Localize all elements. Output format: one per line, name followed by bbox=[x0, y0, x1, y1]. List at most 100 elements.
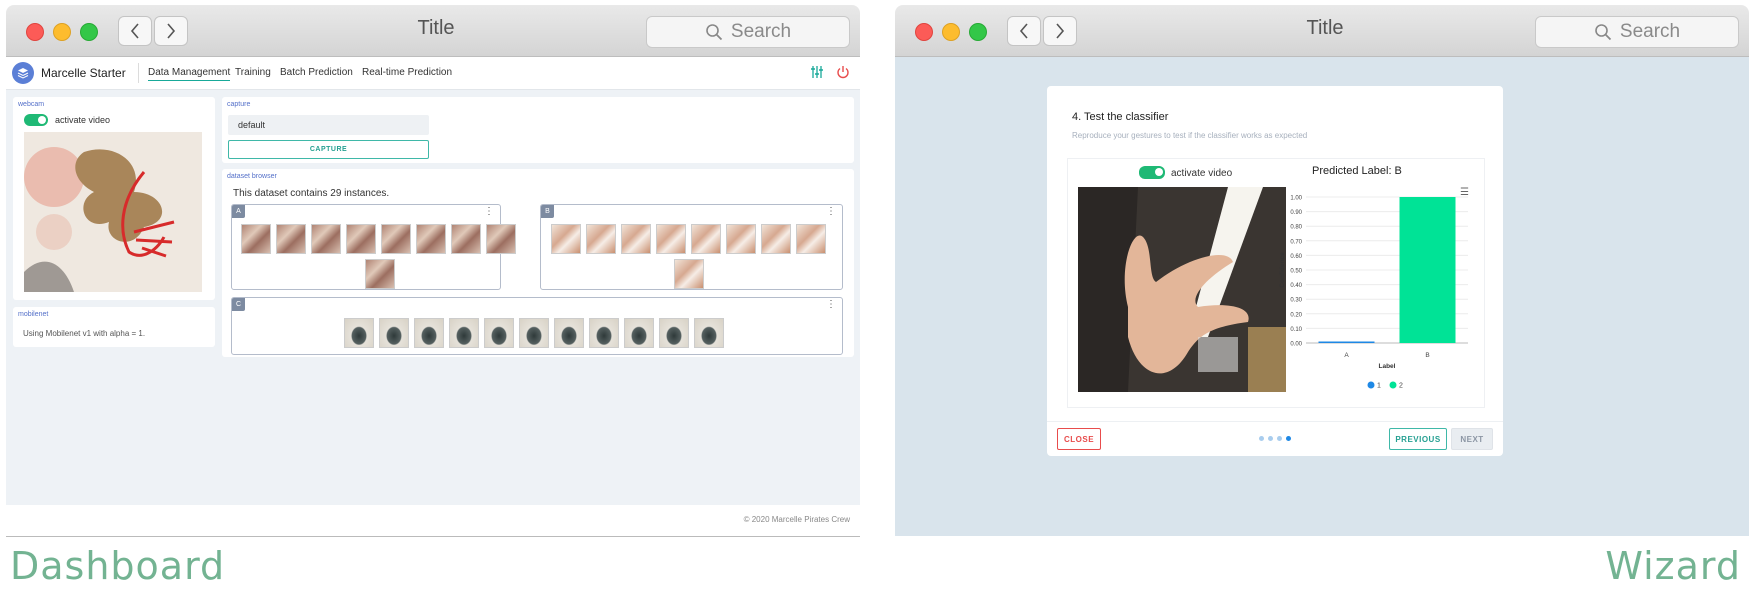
instance-thumbnail[interactable] bbox=[621, 224, 651, 254]
wizard-caption: Wizard bbox=[1605, 544, 1741, 588]
step-dot[interactable] bbox=[1277, 436, 1282, 441]
x-tick-label: A bbox=[1344, 352, 1349, 359]
minimize-window-button[interactable] bbox=[53, 23, 71, 41]
search-field[interactable]: Search bbox=[646, 16, 850, 48]
maximize-window-button[interactable] bbox=[80, 23, 98, 41]
step-dot[interactable] bbox=[1259, 436, 1264, 441]
footer: © 2020 Marcelle Pirates Crew bbox=[6, 505, 860, 537]
instance-thumbnail[interactable] bbox=[451, 224, 481, 254]
minimize-window-button[interactable] bbox=[942, 23, 960, 41]
nav-training[interactable]: Training bbox=[235, 67, 271, 78]
prediction-chart: 0.00 0.10 0.20 0.30 0.40 0.50 0.60 0.70 0.80 0.90… bbox=[1279, 196, 1468, 390]
instance-thumbnail[interactable] bbox=[449, 318, 479, 348]
more-options-icon[interactable]: ⋮ bbox=[826, 207, 836, 217]
wizard-backdrop: 4. Test the classifier Reproduce your ge… bbox=[895, 57, 1749, 536]
instance-thumbnail[interactable] bbox=[659, 318, 689, 348]
capture-card: capture default CAPTURE bbox=[222, 97, 854, 163]
y-tick-label: 0.60 bbox=[1290, 254, 1302, 260]
y-tick-label: 0.30 bbox=[1290, 298, 1302, 304]
back-button[interactable] bbox=[1007, 16, 1041, 46]
card-title: capture bbox=[227, 101, 251, 108]
instance-thumbnail[interactable] bbox=[726, 224, 756, 254]
forward-button[interactable] bbox=[1043, 16, 1077, 46]
label-input[interactable]: default bbox=[228, 115, 429, 135]
instance-thumbnail[interactable] bbox=[589, 318, 619, 348]
instance-thumbnail[interactable] bbox=[694, 318, 724, 348]
more-options-icon[interactable]: ⋮ bbox=[826, 300, 836, 310]
y-tick-label: 0.40 bbox=[1290, 283, 1302, 289]
y-axis-title: Confidence bbox=[1279, 252, 1286, 288]
step-dot[interactable] bbox=[1268, 436, 1273, 441]
search-icon bbox=[1595, 24, 1612, 41]
back-button[interactable] bbox=[118, 16, 152, 46]
instance-thumbnail[interactable] bbox=[796, 224, 826, 254]
instance-thumbnail[interactable] bbox=[344, 318, 374, 348]
instance-thumbnail[interactable] bbox=[311, 224, 341, 254]
search-field[interactable]: Search bbox=[1535, 16, 1739, 48]
previous-button[interactable]: PREVIOUS bbox=[1389, 428, 1447, 450]
instance-thumbnail[interactable] bbox=[486, 224, 516, 254]
activate-video-toggle[interactable] bbox=[24, 114, 48, 126]
step-title: 4. Test the classifier bbox=[1072, 111, 1169, 123]
forward-button[interactable] bbox=[154, 16, 188, 46]
next-button[interactable]: NEXT bbox=[1451, 428, 1493, 450]
divider bbox=[1047, 421, 1503, 422]
step-dot[interactable] bbox=[1286, 436, 1291, 441]
dashboard-body: Marcelle Starter Data Management Trainin… bbox=[6, 57, 860, 537]
instance-thumbnail[interactable] bbox=[624, 318, 654, 348]
maximize-window-button[interactable] bbox=[969, 23, 987, 41]
instance-thumbnail[interactable] bbox=[551, 224, 581, 254]
dataset-browser-card: dataset browser This dataset contains 29… bbox=[222, 169, 854, 357]
instance-thumbnail[interactable] bbox=[416, 224, 446, 254]
legend-label: 1 bbox=[1377, 383, 1381, 390]
marcelle-logo-icon bbox=[12, 62, 34, 84]
instance-thumbnail[interactable] bbox=[656, 224, 686, 254]
instance-thumbnail[interactable] bbox=[484, 318, 514, 348]
instance-thumbnail[interactable] bbox=[586, 224, 616, 254]
instance-thumbnail[interactable] bbox=[691, 224, 721, 254]
nav-real-time-prediction[interactable]: Real-time Prediction bbox=[362, 67, 452, 78]
instance-thumbnail[interactable] bbox=[519, 318, 549, 348]
wizard-modal: 4. Test the classifier Reproduce your ge… bbox=[1047, 86, 1503, 456]
power-icon[interactable] bbox=[836, 65, 850, 79]
webcam-preview bbox=[24, 132, 202, 292]
instance-thumbnail[interactable] bbox=[554, 318, 584, 348]
close-window-button[interactable] bbox=[26, 23, 44, 41]
title-bar: Title Search bbox=[895, 5, 1749, 57]
instance-thumbnail[interactable] bbox=[365, 259, 395, 289]
card-title: dataset browser bbox=[227, 173, 277, 180]
instance-thumbnail[interactable] bbox=[379, 318, 409, 348]
toggle-label: activate video bbox=[55, 115, 111, 125]
instance-thumbnail[interactable] bbox=[414, 318, 444, 348]
x-axis-title: Label bbox=[1379, 363, 1396, 370]
instance-thumbnail[interactable] bbox=[761, 224, 791, 254]
divider bbox=[138, 63, 139, 83]
chevron-right-icon bbox=[1056, 23, 1065, 39]
instance-thumbnail[interactable] bbox=[674, 259, 704, 289]
instance-thumbnail[interactable] bbox=[381, 224, 411, 254]
close-button[interactable]: CLOSE bbox=[1057, 428, 1101, 450]
y-tick-label: 0.80 bbox=[1290, 225, 1302, 231]
capture-button[interactable]: CAPTURE bbox=[228, 140, 429, 159]
app-header: Marcelle Starter Data Management Trainin… bbox=[6, 57, 860, 90]
class-panel-b: B ⋮ bbox=[540, 204, 843, 290]
mobilenet-card: mobilenet Using Mobilenet v1 with alpha … bbox=[13, 307, 215, 347]
nav-data-management[interactable]: Data Management bbox=[148, 67, 231, 81]
card-title: webcam bbox=[18, 101, 45, 108]
activate-video-toggle[interactable] bbox=[1139, 166, 1165, 179]
more-options-icon[interactable]: ⋮ bbox=[484, 207, 494, 217]
search-placeholder: Search bbox=[1619, 21, 1681, 42]
y-tick-label: 0.20 bbox=[1290, 312, 1302, 318]
legend-marker-1 bbox=[1367, 381, 1375, 389]
instance-thumbnail[interactable] bbox=[241, 224, 271, 254]
instance-thumbnail[interactable] bbox=[346, 224, 376, 254]
nav-batch-prediction[interactable]: Batch Prediction bbox=[280, 67, 353, 78]
close-window-button[interactable] bbox=[915, 23, 933, 41]
chevron-left-icon bbox=[130, 23, 139, 39]
chevron-right-icon bbox=[167, 23, 176, 39]
y-tick-label: 0.10 bbox=[1290, 327, 1302, 333]
settings-sliders-icon[interactable] bbox=[810, 65, 824, 79]
instance-thumbnail[interactable] bbox=[276, 224, 306, 254]
y-tick-label: 0.90 bbox=[1290, 210, 1302, 216]
footer-text: © 2020 Marcelle Pirates Crew bbox=[743, 515, 850, 524]
